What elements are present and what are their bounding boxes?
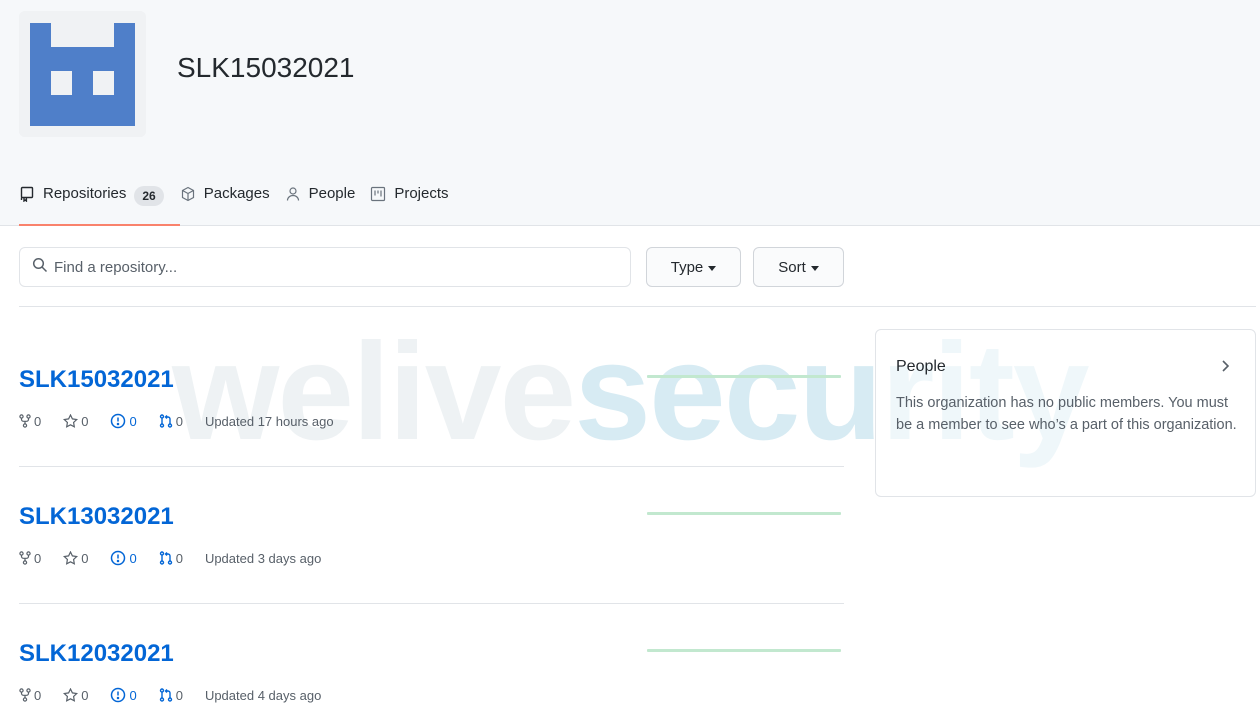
- issues-count[interactable]: 0: [110, 687, 137, 703]
- fork-icon: [19, 688, 31, 702]
- stars-count[interactable]: 0: [63, 551, 88, 566]
- project-icon: [370, 186, 386, 202]
- pull-request-icon: [159, 551, 172, 565]
- tab-packages[interactable]: Packages: [180, 170, 285, 226]
- search-icon: [32, 257, 48, 278]
- org-avatar[interactable]: [19, 11, 146, 137]
- activity-graph: [647, 512, 841, 515]
- forks-count[interactable]: 0: [19, 688, 41, 703]
- issues-value: 0: [129, 413, 137, 429]
- repository-search[interactable]: [19, 247, 631, 287]
- person-icon: [285, 186, 301, 202]
- type-filter-button[interactable]: Type: [646, 247, 741, 287]
- issue-icon: [111, 550, 126, 566]
- forks-count[interactable]: 0: [19, 414, 41, 429]
- repository-meta: 0 0 0 0 Updated 3 days ago: [19, 550, 321, 566]
- people-panel[interactable]: People This organization has no public m…: [875, 329, 1256, 497]
- repo-icon: [19, 186, 35, 202]
- stars-value: 0: [81, 687, 89, 703]
- fork-icon: [19, 551, 31, 565]
- chevron-right-icon[interactable]: [1220, 359, 1230, 378]
- forks-count[interactable]: 0: [19, 551, 41, 566]
- tab-repositories[interactable]: Repositories 26: [19, 170, 180, 226]
- search-input[interactable]: [54, 258, 614, 276]
- repository-item: SLK13032021 0 0 0 0 Updated 3 days ago: [19, 467, 844, 604]
- star-icon: [63, 414, 79, 428]
- stars-value: 0: [81, 413, 89, 429]
- activity-graph: [647, 649, 841, 652]
- repository-name-link[interactable]: SLK15032021: [19, 366, 174, 394]
- star-icon: [63, 688, 79, 702]
- pulls-value: 0: [175, 413, 183, 429]
- tab-people[interactable]: People: [285, 170, 371, 226]
- pull-request-icon: [159, 414, 172, 428]
- tab-projects-label: Projects: [394, 185, 449, 202]
- tab-repositories-label: Repositories: [43, 185, 127, 202]
- pulls-count[interactable]: 0: [159, 688, 183, 703]
- repository-list: SLK15032021 0 0 0 0 Updated 17 hours ago: [19, 330, 844, 719]
- org-name: SLK15032021: [177, 52, 355, 83]
- repository-name-link[interactable]: SLK12032021: [19, 640, 174, 668]
- fork-icon: [19, 414, 31, 428]
- tab-packages-label: Packages: [203, 185, 270, 202]
- repository-item: SLK15032021 0 0 0 0 Updated 17 hours ago: [19, 330, 844, 467]
- pulls-value: 0: [175, 687, 183, 703]
- issues-count[interactable]: 0: [110, 413, 137, 429]
- repository-name-link[interactable]: SLK13032021: [19, 503, 174, 531]
- pulls-count[interactable]: 0: [159, 551, 183, 566]
- pull-request-icon: [159, 688, 172, 702]
- updated-time: Updated 4 days ago: [204, 687, 322, 703]
- forks-value: 0: [34, 550, 42, 566]
- issues-count[interactable]: 0: [110, 550, 137, 566]
- sort-button[interactable]: Sort: [753, 247, 844, 287]
- issue-icon: [111, 687, 126, 703]
- issue-icon: [111, 413, 126, 429]
- caret-down-icon: [708, 265, 717, 271]
- stars-count[interactable]: 0: [63, 688, 88, 703]
- forks-value: 0: [34, 687, 42, 703]
- updated-time: Updated 17 hours ago: [204, 413, 334, 429]
- caret-down-icon: [810, 265, 819, 271]
- people-panel-message: This organization has no public members.…: [896, 395, 1237, 433]
- issues-value: 0: [129, 687, 137, 703]
- stars-count[interactable]: 0: [63, 414, 88, 429]
- tab-projects[interactable]: Projects: [370, 170, 463, 226]
- issues-value: 0: [129, 550, 137, 566]
- activity-graph: [647, 375, 841, 378]
- identicon-icon: [19, 11, 146, 137]
- updated-time: Updated 3 days ago: [204, 550, 322, 566]
- forks-value: 0: [34, 413, 42, 429]
- stars-value: 0: [81, 550, 89, 566]
- pulls-value: 0: [175, 550, 183, 566]
- pulls-count[interactable]: 0: [159, 414, 183, 429]
- star-icon: [63, 551, 79, 565]
- type-filter-label: Type: [670, 258, 704, 276]
- org-tabs: Repositories 26 Packages People Projects: [19, 170, 464, 226]
- divider: [19, 306, 1256, 307]
- repository-meta: 0 0 0 0 Updated 17 hours ago: [19, 413, 334, 429]
- tab-people-label: People: [308, 185, 356, 202]
- repository-meta: 0 0 0 0 Updated 4 days ago: [19, 687, 321, 703]
- repository-item: SLK12032021 0 0 0 0 Updated 4 days ago: [19, 604, 844, 719]
- package-icon: [180, 186, 196, 202]
- sort-label: Sort: [778, 258, 806, 276]
- people-panel-title: People: [896, 358, 946, 375]
- org-header: SLK15032021 Repositories 26 Packages Peo…: [0, 0, 1260, 226]
- repositories-count-badge: 26: [134, 186, 164, 206]
